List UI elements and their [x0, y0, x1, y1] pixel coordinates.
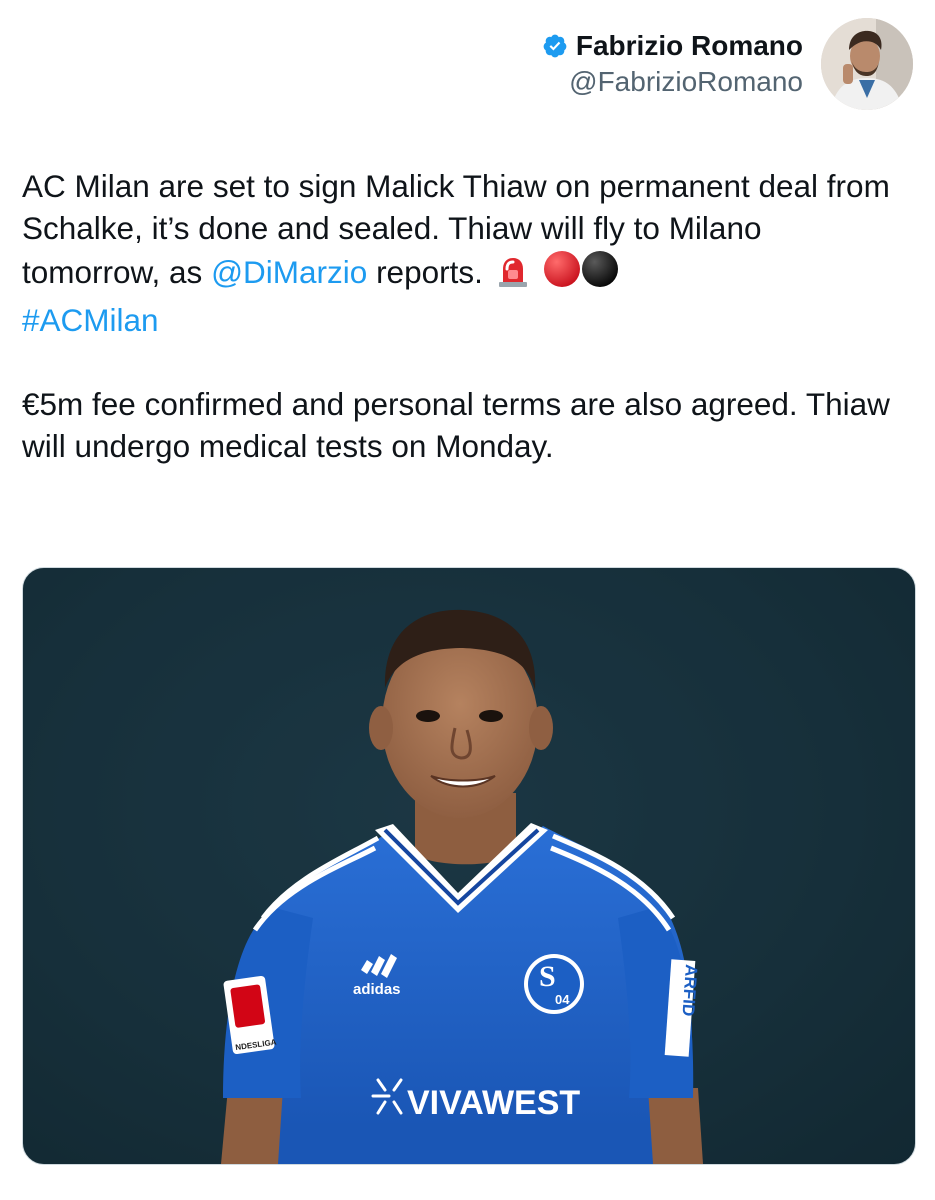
avatar-photo	[821, 18, 913, 110]
red-circle-emoji	[542, 249, 582, 299]
svg-text:04: 04	[555, 992, 570, 1007]
tweet-text-part: reports.	[367, 254, 483, 290]
tweet-media[interactable]: adidas S 04 NDESLIGA ARFID VIVAWEST	[22, 567, 916, 1165]
mention-link[interactable]: @DiMarzio	[211, 254, 367, 290]
kit-brand-text: adidas	[353, 981, 401, 998]
player-photo: adidas S 04 NDESLIGA ARFID VIVAWEST	[23, 568, 915, 1164]
tweet-text: AC Milan are set to sign Malick Thiaw on…	[22, 165, 902, 467]
author-handle[interactable]: @FabrizioRomano	[542, 65, 803, 99]
police-light-emoji	[496, 255, 530, 299]
schalke-crest: S 04	[524, 954, 584, 1014]
hashtag-link[interactable]: #ACMilan	[22, 302, 159, 338]
avatar[interactable]	[821, 18, 913, 110]
black-circle-emoji	[580, 249, 620, 299]
display-name-row[interactable]: Fabrizio Romano	[542, 29, 803, 63]
tweet-paragraph-2: €5m fee confirmed and personal terms are…	[22, 386, 890, 464]
display-name[interactable]: Fabrizio Romano	[576, 29, 803, 63]
svg-text:S: S	[539, 960, 556, 993]
svg-text:VIVAWEST: VIVAWEST	[407, 1084, 580, 1122]
tweet-header: Fabrizio Romano @FabrizioRomano	[542, 18, 913, 110]
tweet-paragraph-1: AC Milan are set to sign Malick Thiaw on…	[22, 165, 902, 341]
svg-text:ARFID: ARFID	[678, 964, 701, 1017]
verified-badge-icon	[542, 33, 568, 59]
author-names: Fabrizio Romano @FabrizioRomano	[542, 29, 803, 99]
